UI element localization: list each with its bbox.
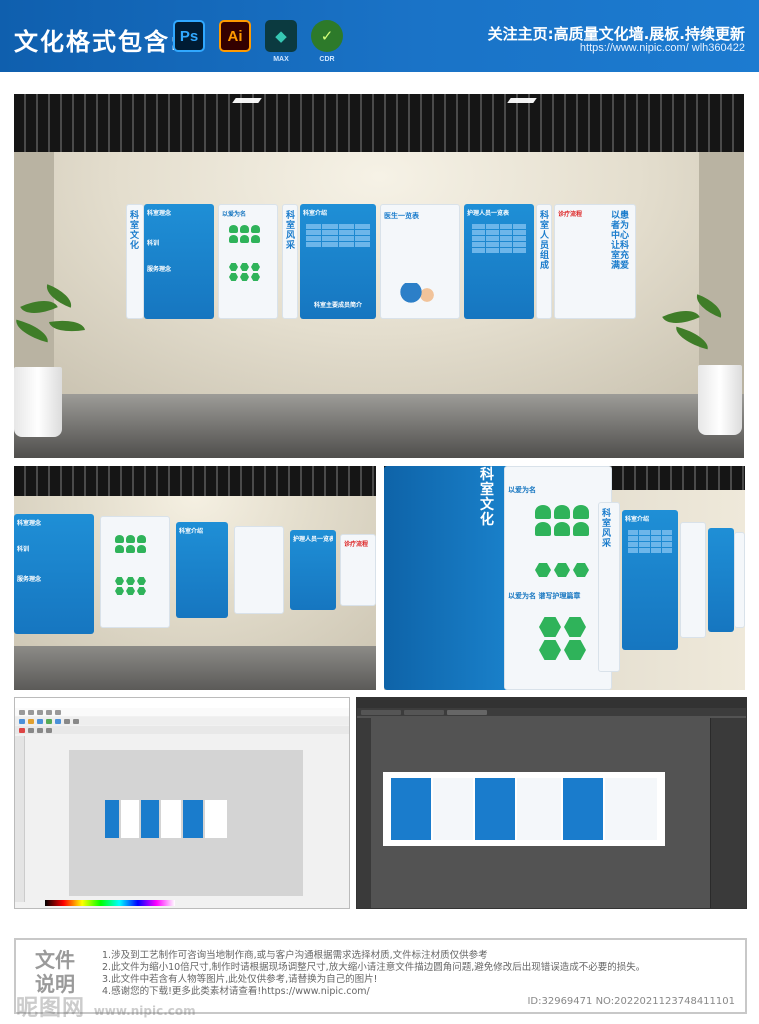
ceiling-light: [507, 98, 537, 103]
coreldraw-screenshot: [14, 697, 350, 909]
floor: [14, 394, 744, 458]
design-thumbnail: [391, 778, 657, 840]
hex-grid: [229, 263, 260, 281]
header-banner: 文化格式包含: Ps Ai ◆ MAX ✓ CDR 关注主页:高质量文化墙.展板.持…: [0, 0, 759, 72]
illustrator-icon: Ai: [219, 20, 251, 52]
heart-grid: [229, 225, 260, 243]
toolbar: [15, 717, 349, 725]
layers-panel: [710, 718, 746, 908]
homepage-url: https://www.nipic.com/ wlh360422: [579, 42, 745, 54]
board-intro: 科室介绍: [176, 522, 228, 618]
ceiling: [14, 94, 744, 152]
formats-title: 文化格式包含:: [14, 28, 182, 56]
3dsmax-icon: ◆ MAX: [265, 20, 297, 63]
board-nurses: 护理人员一览表: [464, 204, 534, 319]
canvas-area: [69, 750, 303, 896]
board-culture: 科室文化: [384, 466, 514, 690]
doctor-figures: [399, 283, 439, 313]
board-doctors: 医生一览表: [380, 204, 460, 319]
board-composition: 科室人员组成: [536, 204, 552, 319]
toolbox: [15, 736, 25, 902]
artboard: [383, 772, 665, 846]
plant-left: [14, 284, 94, 439]
culture-wall: 科室文化 科室理念 科训 服务理念 以爱为名 科室风采 科室介绍 科室主要成员简…: [126, 204, 636, 319]
plant-right: [654, 294, 744, 439]
photoshop-icon: Ps: [173, 20, 205, 52]
board-intro: 科室介绍: [622, 510, 678, 650]
board-intro: 科室介绍 科室主要成员简介: [300, 204, 376, 319]
format-badges: Ps Ai ◆ MAX ✓ CDR: [173, 20, 343, 63]
board-process: 诊疗流程 以患者为中心 让科室充满爱: [554, 204, 636, 319]
document-tabs: [357, 708, 746, 716]
board-culture: 科室文化: [126, 204, 144, 319]
property-bar: [15, 726, 349, 734]
board-love: 以爱为名 以爱为名 谱写护理篇章: [504, 466, 612, 690]
menu-bar: [15, 708, 349, 716]
image-id: ID:32969471 NO:20220211237484111​01: [527, 996, 735, 1007]
perspective-render-right: 科室文化 以爱为名 以爱为名 谱写护理篇章 科室风采 科室介绍: [384, 466, 745, 690]
board-style: 科室风采: [282, 204, 298, 319]
board-concept: 科室理念 科训 服务理念: [14, 514, 94, 634]
main-render: 科室文化 科室理念 科训 服务理念 以爱为名 科室风采 科室介绍 科室主要成员简…: [14, 94, 744, 458]
illustrator-screenshot: [356, 697, 747, 909]
board-style: 科室风采: [598, 502, 620, 672]
coreldraw-icon: ✓ CDR: [311, 20, 343, 63]
ceiling-light: [232, 98, 262, 103]
nipic-watermark: 昵图网 www.nipic.com: [16, 996, 196, 1021]
tagline: 关注主页:高质量文化墙.展板.持续更新: [487, 25, 745, 43]
board-nurses: 护理人员一览表: [290, 530, 336, 610]
design-thumbnail: [105, 800, 227, 838]
file-notes-label: 文件说明: [35, 948, 75, 996]
perspective-render-left: 科室理念 科训 服务理念 科室介绍 护理人员一览表 诊疗流程: [14, 466, 376, 690]
tools-panel: [357, 718, 371, 908]
board-love: 以爱为名: [218, 204, 278, 319]
color-palette: [45, 900, 175, 906]
board-concept: 科室理念 科训 服务理念: [144, 204, 214, 319]
